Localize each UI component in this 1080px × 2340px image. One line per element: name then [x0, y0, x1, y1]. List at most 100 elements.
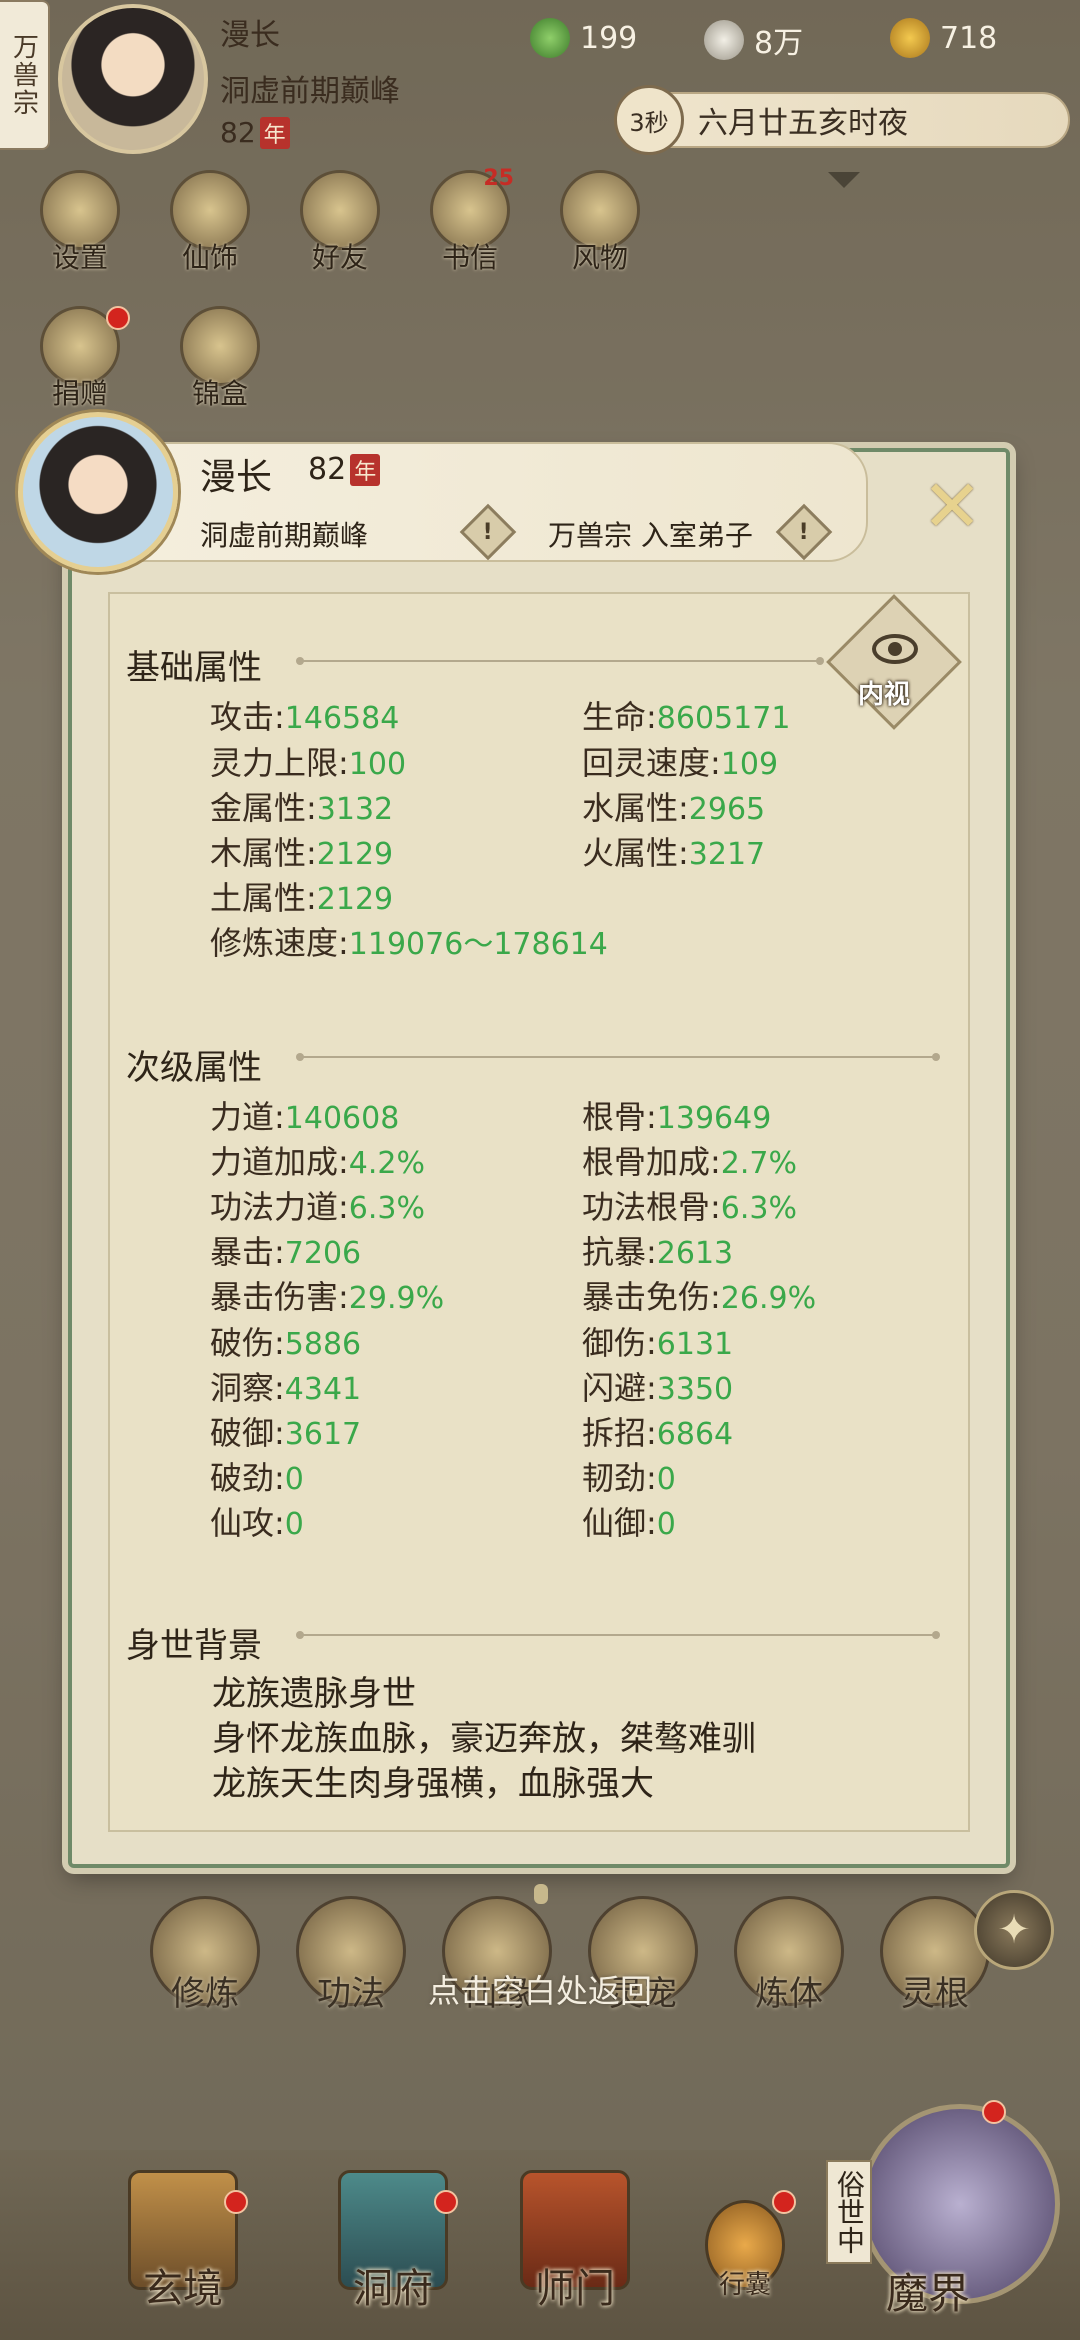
resource-strength-value: 718 — [940, 20, 998, 56]
secular-tag[interactable]: 俗世中 — [826, 2160, 872, 2264]
character-realm: 洞虚前期巅峰 — [200, 519, 369, 552]
stat-force-break: 破劲:0 — [210, 1459, 304, 1497]
notification-dot — [434, 2190, 458, 2214]
notification-dot — [982, 2100, 1006, 2124]
chevron-down-icon[interactable] — [828, 172, 860, 188]
stat-crit: 暴击:7206 — [210, 1233, 362, 1271]
stat-crit-damage-reduction: 暴击免伤:26.9% — [582, 1278, 817, 1316]
stat-attack: 攻击:146584 — [210, 698, 400, 736]
scenery-label: 风物 — [571, 241, 628, 274]
nav-realm[interactable]: 玄境 — [108, 2170, 258, 2340]
stat-strength: 力道:140608 — [210, 1098, 400, 1136]
stat-constitution: 根骨:139649 — [582, 1098, 772, 1136]
game-date: 六月廿五亥时夜 — [698, 106, 908, 141]
player-name: 漫长 — [220, 18, 280, 53]
inner-view-label: 内视 — [858, 680, 911, 710]
stat-skill-constitution: 功法根骨:6.3% — [582, 1188, 798, 1226]
stat-crit-damage: 暴击伤害:29.9% — [210, 1278, 445, 1316]
background-title: 身世背景 — [126, 1626, 262, 1666]
time-bar[interactable]: 3秒 六月廿五亥时夜 — [614, 85, 1070, 155]
quick-menu-secondary: 捐赠 锦盒 — [30, 306, 270, 412]
stat-mana-regen: 回灵速度:109 — [582, 744, 779, 782]
player-age-value: 82 — [220, 116, 256, 149]
character-sect-role: 万兽宗 入室弟子 — [548, 519, 753, 552]
section-divider — [296, 657, 824, 665]
nav-sect[interactable]: 师门 — [500, 2170, 650, 2340]
notification-dot — [772, 2190, 796, 2214]
nav-bag-label: 行囊 — [718, 2270, 771, 2300]
notification-dot — [224, 2190, 248, 2214]
stat-tenacity: 韧劲:0 — [582, 1459, 676, 1497]
stat-crit-resist: 抗暴:2613 — [582, 1233, 734, 1271]
stat-water: 水属性:2965 — [582, 789, 766, 827]
character-name: 漫长 — [200, 457, 273, 498]
background-line: 身怀龙族血脉，豪迈奔放，桀骜难驯 — [212, 1719, 756, 1759]
stat-mana-cap: 灵力上限:100 — [210, 744, 407, 782]
friends-button[interactable]: 好友 — [290, 170, 390, 276]
quick-menu: 设置 仙饰 好友 25 书信 风物 — [30, 166, 650, 276]
nav-cave[interactable]: 洞府 — [318, 2170, 468, 2340]
ornament-button[interactable]: 仙饰 — [160, 170, 260, 276]
scenery-button[interactable]: 风物 — [550, 170, 650, 276]
secondary-attributes-title: 次级属性 — [126, 1048, 262, 1088]
stat-hp: 生命:8605171 — [582, 698, 791, 736]
sect-tab[interactable]: 万兽宗 — [0, 0, 50, 150]
nav-sect-label: 师门 — [535, 2266, 615, 2312]
nav-cave-label: 洞府 — [353, 2266, 433, 2312]
stat-wood: 木属性:2129 — [210, 834, 394, 872]
player-realm: 洞虚前期巅峰 — [220, 74, 400, 109]
resource-strength[interactable]: 718 — [890, 18, 997, 58]
stat-immortal-defense: 仙御:0 — [582, 1504, 676, 1542]
stat-skill-strength: 功法力道:6.3% — [210, 1188, 426, 1226]
character-avatar — [18, 412, 178, 572]
age-unit-badge: 年 — [259, 117, 290, 149]
section-divider — [296, 1053, 940, 1061]
donate-label: 捐赠 — [51, 377, 108, 410]
stat-strength-bonus: 力道加成:4.2% — [210, 1143, 426, 1181]
leaf-icon — [530, 18, 570, 58]
stat-armor-break: 破御:3617 — [210, 1414, 362, 1452]
letters-badge: 25 — [483, 166, 514, 191]
return-hint[interactable]: 点击空白处返回 — [0, 1966, 1080, 2012]
shuriken-icon[interactable]: ✦ — [974, 1890, 1054, 1970]
stat-earth: 土属性:2129 — [210, 879, 394, 917]
stat-penetration: 破伤:5886 — [210, 1324, 362, 1362]
stat-cultivation-speed: 修炼速度:119076～178614 — [210, 924, 608, 962]
close-button[interactable]: ✕ — [912, 464, 992, 548]
background-line: 龙族遗脉身世 — [212, 1674, 416, 1714]
player-age: 82 年 — [220, 116, 400, 149]
stat-damage-defense: 御伤:6131 — [582, 1324, 734, 1362]
stat-parry: 拆招:6864 — [582, 1414, 734, 1452]
eye-icon — [872, 634, 918, 664]
resource-leaf[interactable]: 199 — [530, 18, 637, 58]
settings-label: 设置 — [51, 241, 108, 274]
stat-metal: 金属性:3132 — [210, 789, 394, 827]
settings-button[interactable]: 设置 — [30, 170, 130, 276]
coin-icon — [704, 20, 744, 60]
friends-label: 好友 — [311, 241, 368, 274]
character-age: 82 年 — [308, 452, 381, 487]
stat-fire: 火属性:3217 — [582, 834, 766, 872]
resource-leaf-value: 199 — [580, 20, 638, 56]
donate-button[interactable]: 捐赠 — [30, 306, 130, 412]
gift-box-button[interactable]: 锦盒 — [170, 306, 270, 412]
ornament-label: 仙饰 — [181, 241, 238, 274]
player-avatar[interactable] — [58, 4, 208, 154]
demon-realm-label: 魔界 — [886, 2269, 971, 2318]
notification-dot — [106, 306, 130, 330]
letters-label: 书信 — [441, 241, 498, 274]
resource-coin-value: 8万 — [754, 26, 804, 61]
stat-insight: 洞察:4341 — [210, 1369, 362, 1407]
section-divider — [296, 1631, 940, 1639]
stat-immortal-attack: 仙攻:0 — [210, 1504, 304, 1542]
stat-constitution-bonus: 根骨加成:2.7% — [582, 1143, 798, 1181]
background-line: 龙族天生肉身强横，血脉强大 — [212, 1764, 654, 1804]
player-info: 漫长 洞虚前期巅峰 82 年 — [220, 10, 400, 149]
timer-seconds: 3秒 — [614, 85, 684, 155]
gift-box-label: 锦盒 — [191, 377, 248, 410]
strength-icon — [890, 18, 930, 58]
resource-coin[interactable]: 8万 — [704, 18, 803, 62]
nav-bag[interactable]: 行囊 — [680, 2170, 810, 2340]
basic-attributes-title: 基础属性 — [126, 648, 262, 688]
letters-button[interactable]: 25 书信 — [420, 166, 520, 276]
